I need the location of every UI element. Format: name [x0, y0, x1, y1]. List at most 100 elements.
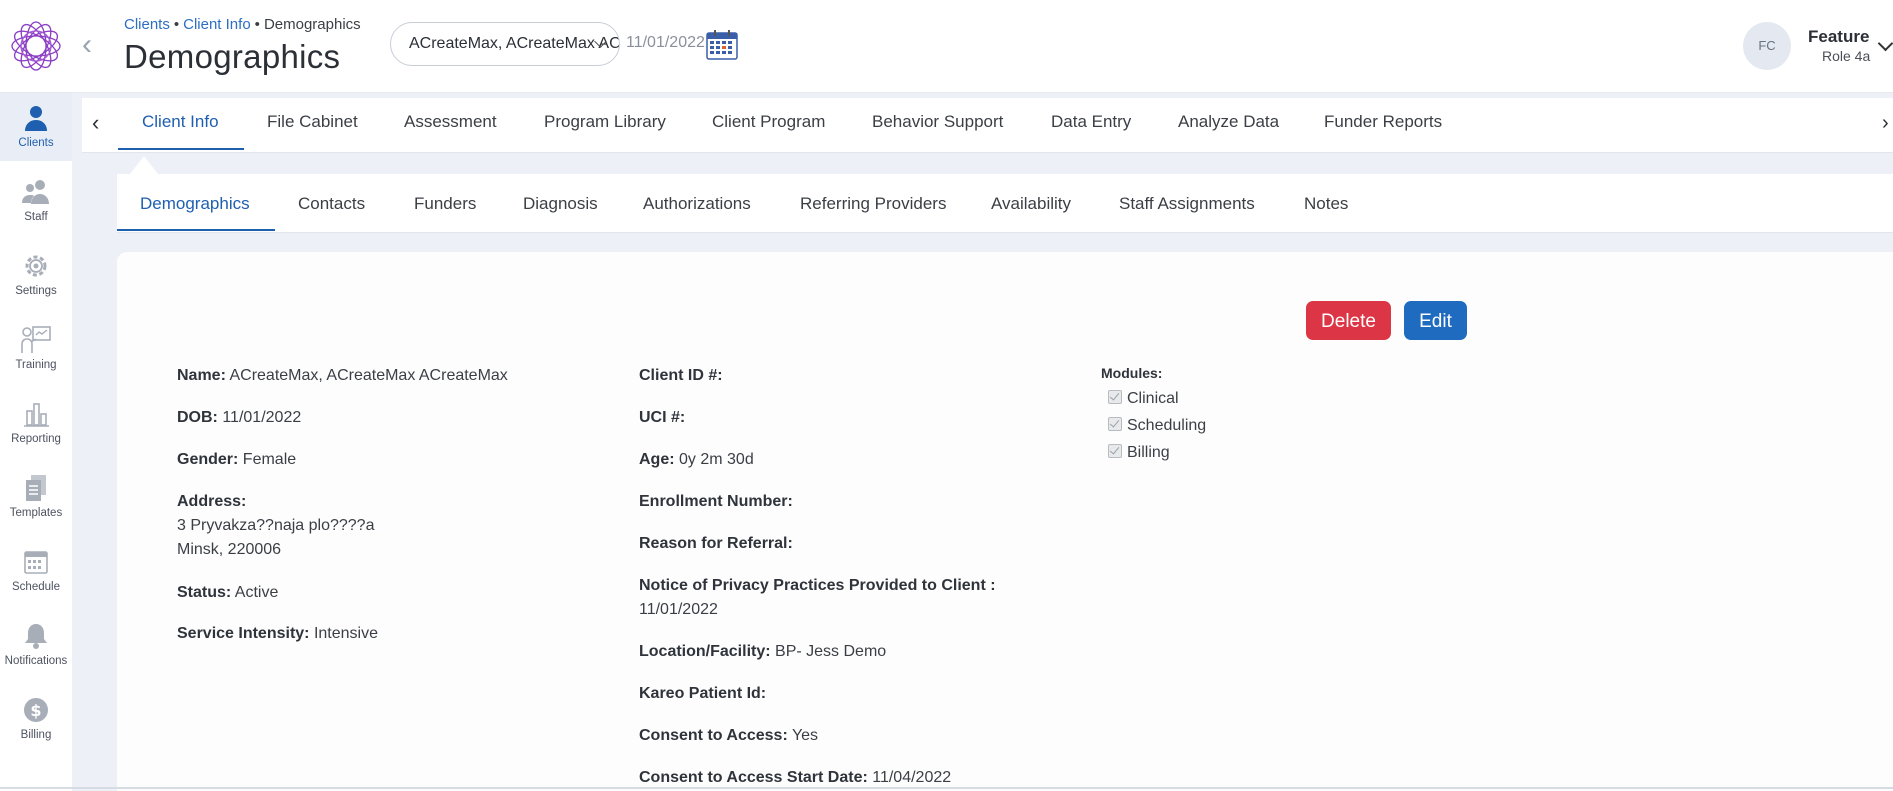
sidebar-item-label: Clients [18, 137, 54, 149]
field-enrollment-number: Enrollment Number: [639, 490, 793, 514]
breadcrumb-current: Demographics [263, 16, 361, 33]
subtab-authorizations[interactable]: Authorizations [643, 194, 751, 214]
sidebar-item-settings[interactable]: Settings [0, 241, 72, 309]
sidebar-item-training[interactable]: Training [0, 315, 72, 383]
bar-chart-icon [24, 403, 49, 427]
field-label: Kareo Patient Id: [639, 685, 767, 702]
field-gender: Gender: Female [177, 448, 296, 472]
subtab-demographics[interactable]: Demographics [140, 194, 250, 214]
active-subtab-indicator [117, 229, 275, 231]
training-icon [21, 326, 51, 353]
subtab-funders[interactable]: Funders [414, 194, 476, 214]
module-checkbox [1108, 390, 1122, 404]
tab-scroll-left-icon[interactable]: ‹ [92, 110, 112, 136]
people-icon [22, 180, 49, 204]
tab-behavior-support[interactable]: Behavior Support [872, 112, 1003, 132]
field-value: ACreateMax, ACreateMax ACreateMax [229, 367, 508, 384]
tab-client-info[interactable]: Client Info [142, 112, 219, 132]
field-kareo-patient-id: Kareo Patient Id: [639, 682, 766, 706]
sidebar-item-schedule[interactable]: Schedule [0, 537, 72, 605]
tab-client-program[interactable]: Client Program [712, 112, 825, 132]
tab-funder-reports[interactable]: Funder Reports [1324, 112, 1442, 132]
field-status: Status: Active [177, 581, 278, 605]
back-chevron-icon[interactable]: ‹ [82, 30, 102, 60]
person-icon [25, 106, 47, 131]
field-value: 0y 2m 30d [679, 451, 754, 468]
field-consent-to-access: Consent to Access: Yes [639, 724, 818, 748]
subtab-diagnosis[interactable]: Diagnosis [523, 194, 598, 214]
documents-icon [26, 475, 46, 501]
breadcrumb-client-info[interactable]: Client Info [183, 16, 251, 33]
field-label: DOB: [177, 409, 218, 426]
subtab-availability[interactable]: Availability [991, 194, 1071, 214]
tab-assessment[interactable]: Assessment [404, 112, 497, 132]
page-title: Demographics [124, 38, 341, 75]
edit-button[interactable]: Edit [1404, 301, 1467, 340]
demographics-card [117, 252, 1893, 791]
field-label: Service Intensity: [177, 625, 310, 642]
subtab-notes[interactable]: Notes [1304, 194, 1348, 214]
sidebar-item-notifications[interactable]: Notifications [0, 611, 72, 679]
gear-icon [25, 255, 47, 277]
field-value: Yes [791, 727, 819, 744]
field-value: BP- Jess Demo [775, 643, 887, 660]
sidebar-item-billing[interactable]: $ Billing [0, 685, 72, 753]
field-age: Age: 0y 2m 30d [639, 448, 754, 472]
field-label: Client ID #: [639, 367, 723, 384]
tab-program-library[interactable]: Program Library [544, 112, 666, 132]
field-reason-for-referral: Reason for Referral: [639, 532, 793, 556]
field-label: Address: [177, 493, 247, 510]
dollar-icon: $ [24, 698, 48, 722]
field-privacy-notice: Notice of Privacy Practices Provided to … [639, 574, 996, 622]
field-label: Status: [177, 584, 232, 601]
breadcrumb-clients[interactable]: Clients [124, 16, 170, 33]
calendar-icon[interactable] [706, 30, 738, 60]
top-header: ‹ Clients • Client Info • Demographics Demog… [0, 0, 1893, 93]
sidebar-item-templates[interactable]: Templates [0, 463, 72, 531]
sidebar-item-clients[interactable]: Clients [0, 93, 72, 161]
sidebar-item-staff[interactable]: Staff [0, 167, 72, 235]
subtab-staff-assignments[interactable]: Staff Assignments [1119, 194, 1255, 214]
field-label: Age: [639, 451, 675, 468]
address-line-1: 3 Pryvakza??naja plo????a [177, 517, 375, 534]
sidebar-item-label: Staff [24, 211, 48, 223]
field-value: Intensive [313, 625, 378, 642]
field-label: Enrollment Number: [639, 493, 793, 510]
module-clinical: Clinical [1108, 389, 1179, 409]
active-tab-pointer [130, 156, 158, 174]
field-label: Name: [177, 367, 226, 384]
address-line-2: Minsk, 220006 [177, 541, 282, 558]
client-select[interactable]: ACreateMax, ACreateMax ACreateMax [390, 22, 620, 66]
app-logo[interactable] [8, 18, 64, 74]
user-name[interactable]: Feature [1808, 27, 1869, 47]
header-date: 11/01/2022 [626, 34, 705, 51]
field-value: 11/01/2022 [639, 601, 718, 618]
user-menu-chevron-icon[interactable] [1877, 35, 1893, 52]
bottom-border [0, 787, 1893, 789]
sidebar-item-label: Notifications [4, 655, 68, 667]
sidebar-item-reporting[interactable]: Reporting [0, 389, 72, 457]
subtab-contacts[interactable]: Contacts [298, 194, 365, 214]
breadcrumb-separator: • [254, 16, 260, 33]
field-value: 11/01/2022 [222, 409, 302, 426]
calendar-icon [24, 551, 48, 574]
field-location-facility: Location/Facility: BP- Jess Demo [639, 640, 886, 664]
field-service-intensity: Service Intensity: Intensive [177, 622, 378, 646]
field-value: Active [234, 584, 279, 601]
tab-scroll-right-icon[interactable]: › [1882, 110, 1893, 136]
sidebar: Clients Staff Settings Training Reportin… [0, 93, 73, 791]
modules-title: Modules: [1101, 365, 1163, 381]
subtab-referring-providers[interactable]: Referring Providers [800, 194, 946, 214]
tab-data-entry[interactable]: Data Entry [1051, 112, 1131, 132]
delete-button[interactable]: Delete [1306, 301, 1391, 340]
tab-file-cabinet[interactable]: File Cabinet [267, 112, 358, 132]
tab-analyze-data[interactable]: Analyze Data [1178, 112, 1279, 132]
field-value: 11/04/2022 [872, 769, 952, 786]
field-label: Gender: [177, 451, 239, 468]
bell-icon [25, 624, 47, 649]
user-role: Role 4a [1822, 48, 1871, 64]
sidebar-item-label: Schedule [12, 581, 60, 593]
field-address: Address: 3 Pryvakza??naja plo????a Minsk… [177, 490, 374, 562]
field-name: Name: ACreateMax, ACreateMax ACreateMax [177, 364, 508, 388]
user-avatar[interactable]: FC [1743, 22, 1791, 70]
